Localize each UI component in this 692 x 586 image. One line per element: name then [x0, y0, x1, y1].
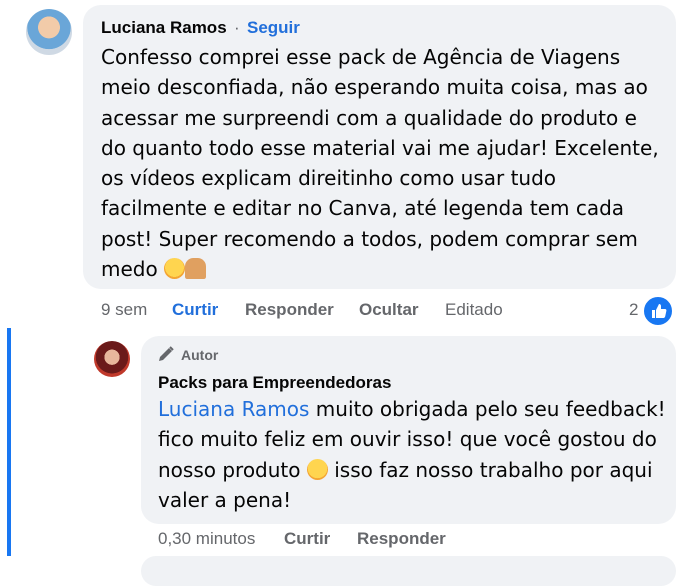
author-badge: Autor [181, 347, 219, 363]
comment-timestamp[interactable]: 9 sem [101, 300, 147, 320]
reply-button[interactable]: Responder [245, 300, 334, 320]
name-separator: · [234, 18, 240, 37]
page-avatar[interactable] [94, 341, 130, 377]
comment-text: Confesso comprei esse pack de Agência de… [101, 42, 661, 284]
reply-text: Luciana Ramos muito obrigada pelo seu fe… [158, 394, 668, 515]
praying-hands-icon [185, 258, 207, 280]
pencil-icon [157, 345, 175, 363]
reply-timestamp[interactable]: 0,30 minutos [158, 529, 255, 549]
mention-link[interactable]: Luciana Ramos [158, 397, 309, 421]
thread-line [7, 328, 11, 556]
hugging-face-icon [164, 258, 186, 280]
commenter-avatar[interactable] [26, 9, 72, 55]
like-button[interactable]: Curtir [172, 300, 218, 320]
thumbs-up-icon[interactable] [642, 295, 674, 327]
hide-button[interactable]: Ocultar [359, 300, 419, 320]
smiling-face-icon [306, 458, 328, 480]
reply-like-button[interactable]: Curtir [284, 529, 330, 549]
edited-label: Editado [445, 300, 503, 319]
next-comment-bubble [141, 556, 676, 586]
comment-body: Confesso comprei esse pack de Agência de… [101, 45, 659, 282]
reply-author-name[interactable]: Packs para Empreendedoras [158, 373, 391, 393]
like-count[interactable]: 2 [629, 300, 638, 320]
comment-author-name[interactable]: Luciana Ramos [101, 18, 227, 38]
reply-reply-button[interactable]: Responder [357, 529, 446, 549]
follow-button[interactable]: Seguir [247, 18, 300, 38]
